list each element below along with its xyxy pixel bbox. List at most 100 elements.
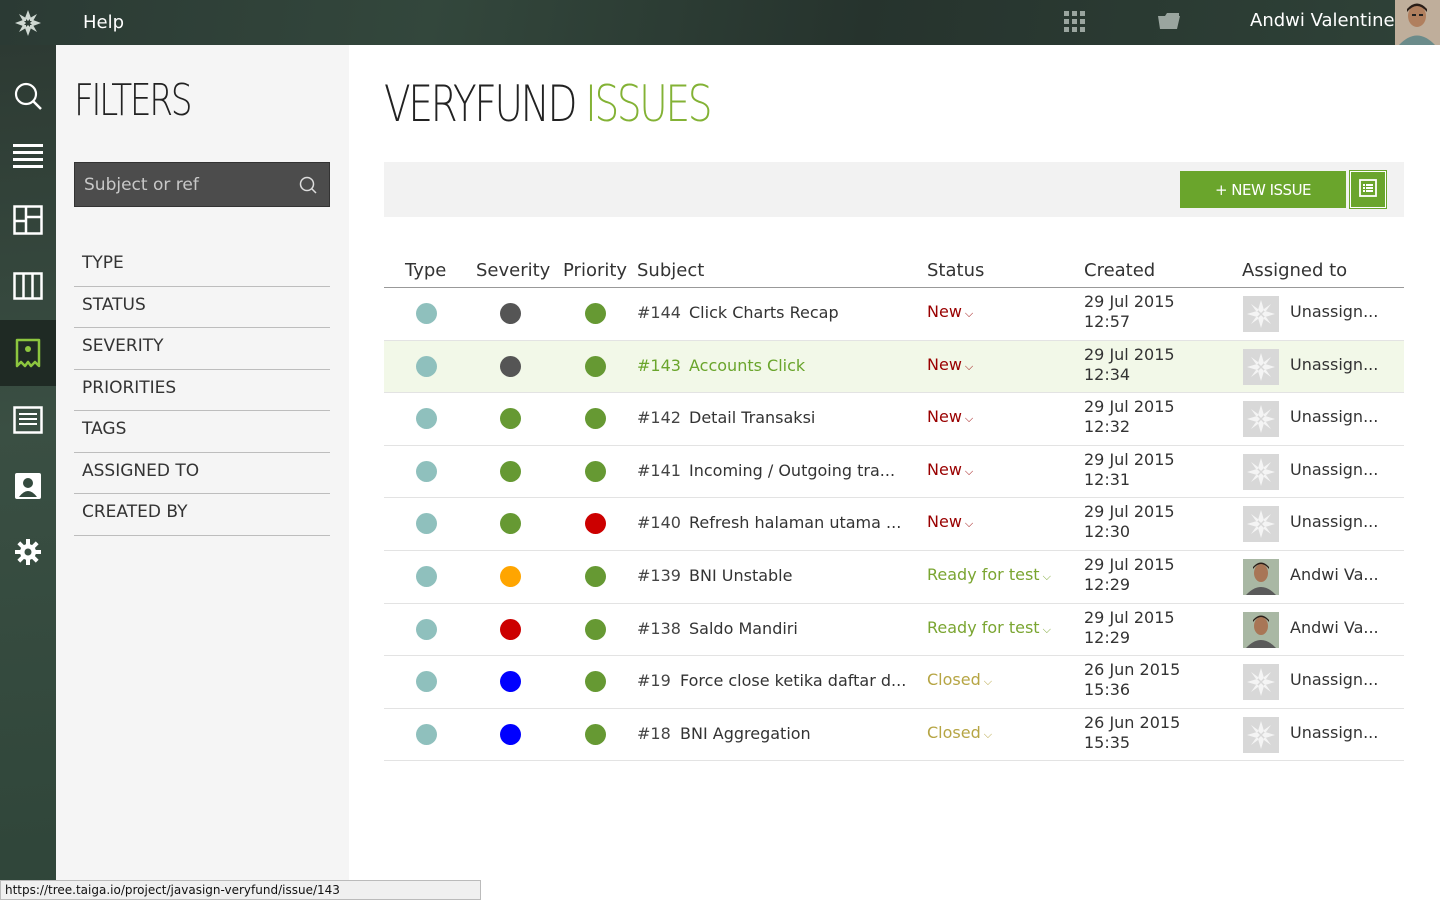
help-link[interactable]: Help: [83, 12, 124, 33]
assignee-avatar[interactable]: [1243, 348, 1279, 385]
type-indicator[interactable]: [416, 303, 437, 324]
assignee-avatar[interactable]: [1243, 401, 1279, 438]
issue-subject[interactable]: Detail Transaksi: [689, 408, 815, 427]
settings-icon[interactable]: [0, 519, 56, 585]
issue-ref[interactable]: #142: [637, 408, 681, 427]
severity-indicator[interactable]: [500, 618, 521, 640]
bulk-insert-button[interactable]: [1349, 170, 1387, 209]
columns-icon[interactable]: [0, 253, 56, 319]
type-indicator[interactable]: [416, 355, 437, 377]
issue-ref[interactable]: #144: [637, 303, 681, 322]
assignee-name[interactable]: Unassign...: [1290, 302, 1378, 321]
assignee-name[interactable]: Andwi Va...: [1290, 565, 1379, 584]
subject-search-input[interactable]: [75, 163, 295, 206]
type-indicator[interactable]: [416, 671, 437, 693]
assignee-avatar[interactable]: [1243, 506, 1279, 543]
filter-priorities[interactable]: PRIORITIES: [74, 370, 330, 411]
issue-subject[interactable]: Accounts Click: [689, 356, 805, 375]
issue-subject[interactable]: Saldo Mandiri: [689, 619, 798, 638]
severity-indicator[interactable]: [500, 723, 521, 745]
assignee-name[interactable]: Unassign...: [1290, 460, 1378, 479]
issue-ref[interactable]: #141: [637, 461, 681, 480]
severity-indicator[interactable]: [500, 565, 521, 587]
issue-subject[interactable]: BNI Unstable: [689, 566, 792, 585]
column-header-subject[interactable]: Subject: [637, 260, 704, 281]
type-indicator[interactable]: [416, 460, 437, 482]
issue-subject[interactable]: Force close ketika daftar d...: [680, 671, 906, 690]
severity-indicator[interactable]: [500, 513, 521, 535]
assignee-name[interactable]: Unassign...: [1290, 512, 1378, 531]
column-header-type[interactable]: Type: [405, 260, 446, 281]
issue-subject[interactable]: Refresh halaman utama ...: [689, 513, 901, 532]
backlog-icon[interactable]: [0, 123, 56, 189]
priority-indicator[interactable]: [585, 671, 606, 693]
priority-indicator[interactable]: [585, 618, 606, 640]
type-indicator[interactable]: [416, 513, 437, 535]
issue-ref[interactable]: #18: [637, 724, 671, 743]
assignee-avatar[interactable]: [1243, 296, 1279, 332]
search-icon[interactable]: [0, 63, 56, 129]
filter-tags[interactable]: TAGS: [74, 411, 330, 453]
filter-type[interactable]: TYPE: [74, 245, 330, 287]
type-indicator[interactable]: [416, 618, 437, 640]
type-indicator[interactable]: [416, 408, 437, 430]
filter-status[interactable]: STATUS: [74, 287, 330, 328]
issue-subject[interactable]: Incoming / Outgoing tra...: [689, 461, 895, 480]
issue-status-dropdown[interactable]: New ⌵: [927, 355, 973, 374]
filter-created-by[interactable]: CREATED BY: [74, 494, 330, 536]
issue-ref[interactable]: #19: [637, 671, 671, 690]
kanban-board-icon[interactable]: [0, 187, 56, 253]
priority-indicator[interactable]: [585, 303, 606, 324]
assignee-avatar[interactable]: [1243, 558, 1279, 595]
team-icon[interactable]: [0, 453, 56, 519]
column-header-assigned-to[interactable]: Assigned to: [1242, 260, 1347, 281]
type-indicator[interactable]: [416, 723, 437, 745]
issue-ref[interactable]: #140: [637, 513, 681, 532]
issue-status-dropdown[interactable]: Closed ⌵: [927, 670, 992, 689]
priority-indicator[interactable]: [585, 565, 606, 587]
wiki-icon[interactable]: [0, 387, 56, 453]
type-indicator[interactable]: [416, 565, 437, 587]
column-header-priority[interactable]: Priority: [563, 260, 627, 281]
issue-status-dropdown[interactable]: New ⌵: [927, 460, 973, 479]
table-row[interactable]: #140 Refresh halaman utama ... New ⌵ 29 Jul …: [384, 498, 1404, 551]
assignee-avatar[interactable]: [1243, 716, 1279, 753]
issue-status-dropdown[interactable]: New ⌵: [927, 407, 973, 426]
priority-indicator[interactable]: [585, 723, 606, 745]
assignee-name[interactable]: Unassign...: [1290, 670, 1378, 689]
table-row[interactable]: #143 Accounts Click New ⌵ 29 Jul 2015 12:34 Un…: [384, 340, 1404, 394]
severity-indicator[interactable]: [500, 408, 521, 430]
filter-assigned-to[interactable]: ASSIGNED TO: [74, 453, 330, 494]
priority-indicator[interactable]: [585, 408, 606, 430]
severity-indicator[interactable]: [500, 303, 521, 324]
search-icon[interactable]: [298, 175, 318, 199]
user-name[interactable]: Andwi Valentine: [1250, 10, 1395, 31]
assignee-name[interactable]: Unassign...: [1290, 723, 1378, 742]
filter-severity[interactable]: SEVERITY: [74, 328, 330, 370]
severity-indicator[interactable]: [500, 460, 521, 482]
priority-indicator[interactable]: [585, 355, 606, 377]
table-row[interactable]: #141 Incoming / Outgoing tra... New ⌵ 29 Jul…: [384, 446, 1404, 499]
column-header-created[interactable]: Created: [1084, 260, 1155, 281]
severity-indicator[interactable]: [500, 355, 521, 377]
table-row[interactable]: #142 Detail Transaksi New ⌵ 29 Jul 2015 12:32…: [384, 393, 1404, 446]
issue-subject[interactable]: Click Charts Recap: [689, 303, 839, 322]
column-header-status[interactable]: Status: [927, 260, 984, 281]
priority-indicator[interactable]: [585, 513, 606, 535]
priority-indicator[interactable]: [585, 460, 606, 482]
issue-ref[interactable]: #138: [637, 619, 681, 638]
assignee-avatar[interactable]: [1243, 664, 1279, 701]
projects-folder-icon[interactable]: [1157, 12, 1181, 34]
issue-subject[interactable]: BNI Aggregation: [680, 724, 811, 743]
issue-ref[interactable]: #139: [637, 566, 681, 585]
new-issue-button[interactable]: + NEW ISSUE: [1180, 171, 1346, 208]
taiga-logo-icon[interactable]: [0, 0, 56, 45]
table-row[interactable]: #138 Saldo Mandiri Ready for test ⌵ 29 Jul 2…: [384, 604, 1404, 657]
table-row[interactable]: #19 Force close ketika daftar d... Closed ⌵…: [384, 656, 1404, 709]
column-header-severity[interactable]: Severity: [476, 260, 550, 281]
table-row[interactable]: #144 Click Charts Recap New ⌵ 29 Jul 2015 12:…: [384, 288, 1404, 341]
issue-status-dropdown[interactable]: New ⌵: [927, 302, 973, 321]
issues-icon[interactable]: [0, 320, 56, 386]
issue-ref[interactable]: #143: [637, 356, 681, 375]
issue-status-dropdown[interactable]: New ⌵: [927, 512, 973, 531]
